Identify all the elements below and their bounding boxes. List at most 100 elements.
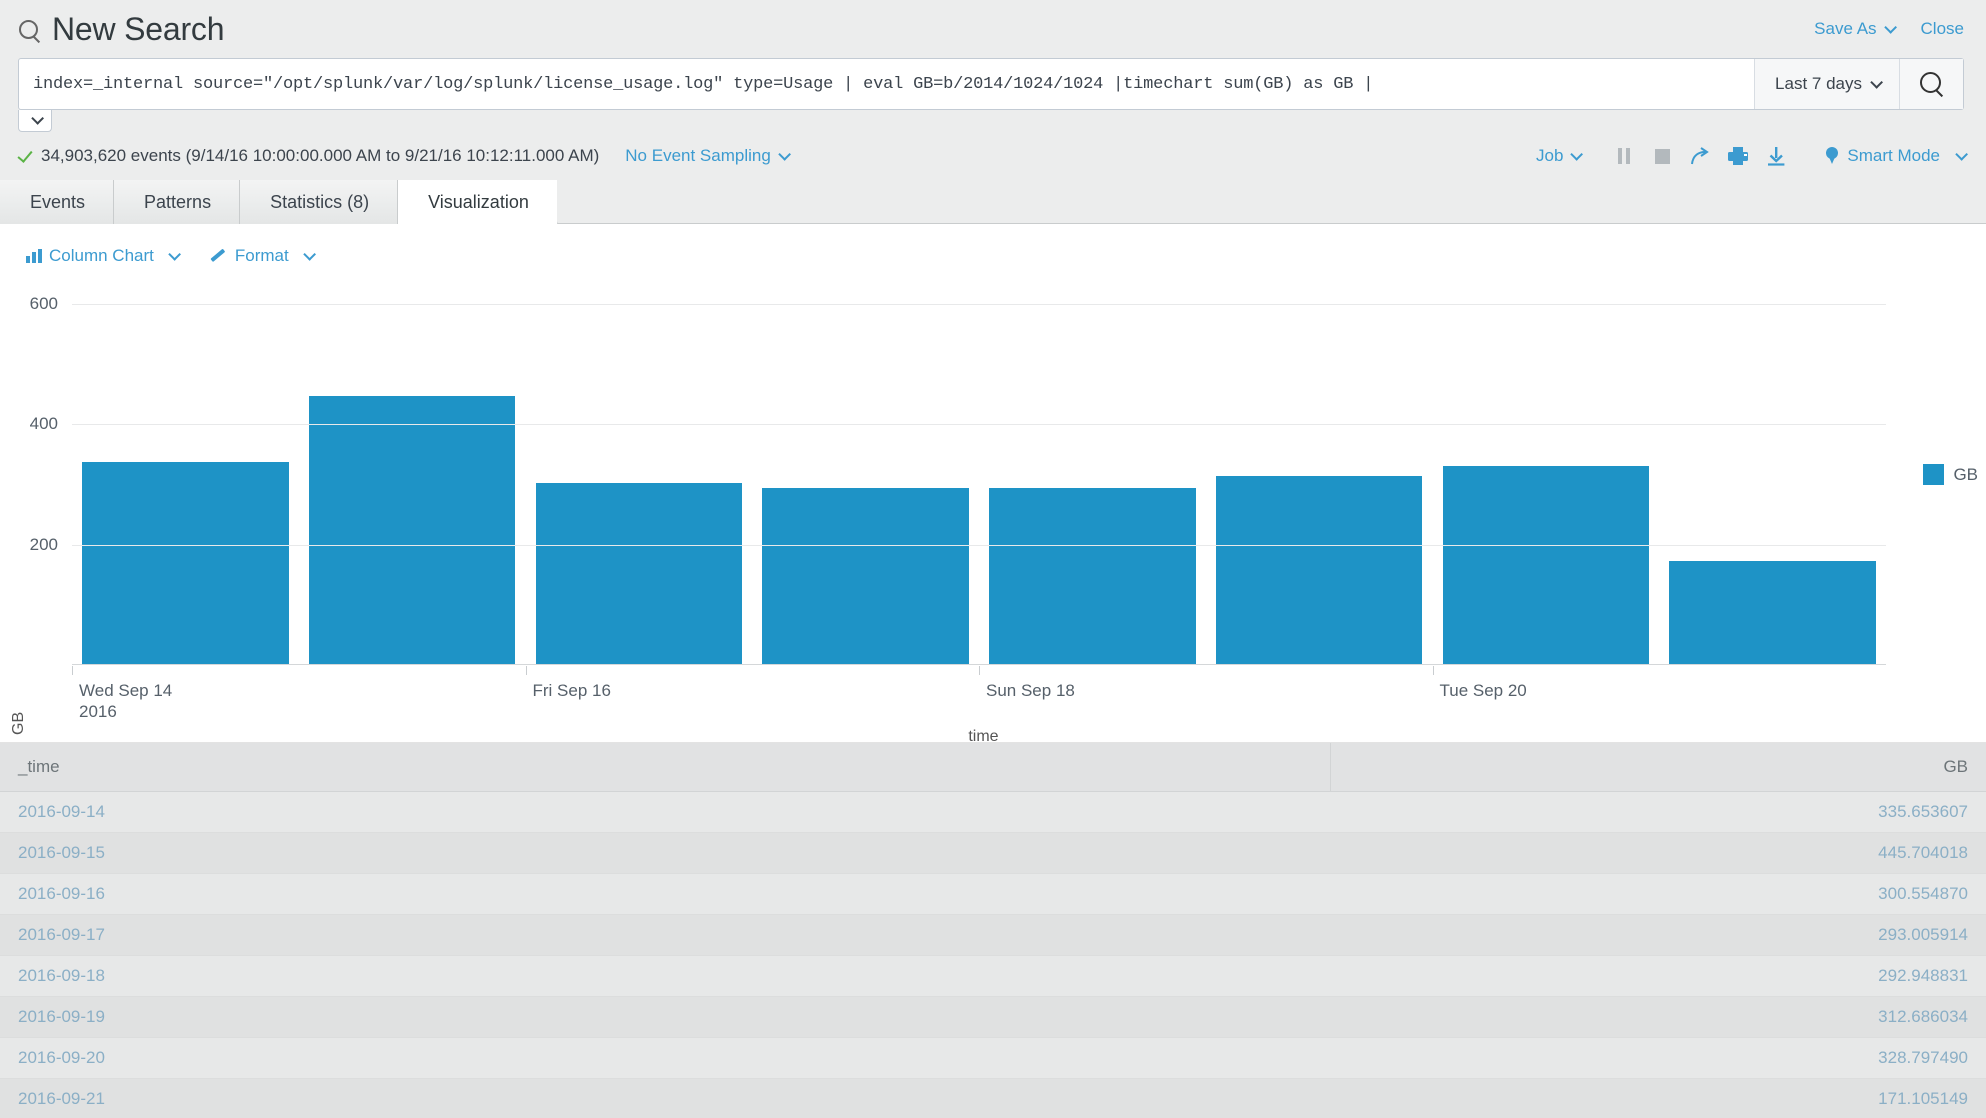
cell-gb[interactable]: 445.704018 [1330,832,1986,874]
chevron-down-icon [778,148,791,161]
search-icon [1919,71,1945,97]
table-row: 2016-09-17 293.005914 [0,914,1986,956]
x-tick-mark [525,666,527,675]
splunk-search-app: New Search Save As Close Last 7 days 34,… [0,0,1986,1118]
cell-gb[interactable]: 171.105149 [1330,1078,1986,1118]
tab-events[interactable]: Events [0,180,115,224]
column-header-time[interactable]: _time [0,743,1332,792]
job-status-bar: 34,903,620 events (9/14/16 10:00:00.000 … [0,132,1986,180]
x-tick-label: Fri Sep 16 [532,681,611,700]
bar[interactable] [1215,475,1423,664]
search-bar: Last 7 days [18,58,1964,110]
cell-time[interactable]: 2016-09-19 [0,996,1331,1038]
tab-label: Events [30,191,86,212]
save-as-label: Save As [1814,19,1877,38]
cell-time[interactable]: 2016-09-16 [0,873,1331,915]
bar[interactable] [535,483,743,664]
tab-label: Statistics (8) [270,191,370,212]
check-icon [18,148,34,164]
column-chart-icon [26,249,42,263]
y-tick-label: 600 [29,294,58,314]
bar[interactable] [1442,466,1650,664]
legend-swatch [1923,464,1945,485]
legend-label: GB [1953,464,1978,484]
gridline [72,544,1886,546]
chart-type-selector[interactable]: Column Chart [26,246,181,266]
search-mode-button[interactable]: Smart Mode [1825,146,1968,166]
bar-slot [72,280,299,664]
search-icon [18,19,42,43]
app-header: New Search Save As Close [0,0,1986,58]
search-input[interactable] [19,59,1755,109]
share-button[interactable] [1681,141,1719,171]
bar[interactable] [82,462,289,664]
bar-series [72,280,1886,664]
gridline [72,304,1886,306]
chevron-down-icon [302,247,316,261]
cell-time[interactable]: 2016-09-21 [0,1078,1331,1118]
cell-gb[interactable]: 293.005914 [1330,914,1986,956]
format-button[interactable]: Format [213,246,316,266]
cell-time[interactable]: 2016-09-20 [0,1037,1331,1079]
bar-slot [752,280,979,664]
bar[interactable] [1669,561,1876,664]
export-button[interactable] [1757,141,1795,171]
time-range-picker[interactable]: Last 7 days [1754,59,1899,109]
chevron-down-icon [1955,147,1968,161]
cell-gb[interactable]: 300.554870 [1330,873,1986,915]
search-submit-button[interactable] [1899,59,1963,109]
tab-visualization[interactable]: Visualization [398,180,557,224]
pause-icon [1618,148,1631,164]
cell-gb[interactable]: 312.686034 [1330,996,1986,1038]
cell-gb[interactable]: 328.797490 [1330,1037,1986,1079]
visualization-toolbar: Column Chart Format [0,224,1986,266]
bar[interactable] [308,395,516,664]
table-row: 2016-09-21 171.105149 [0,1078,1986,1118]
tab-label: Visualization [428,191,529,212]
column-chart: GB 200 400 600 Wed Sep 14 2016 Fri Sep 16 Sun… [0,280,1986,745]
chart-legend[interactable]: GB [1923,464,1978,485]
visualization-panel: Column Chart Format GB 200 400 600 Wed Sep… [0,224,1986,796]
table-row: 2016-09-18 292.948831 [0,955,1986,997]
save-as-button[interactable]: Save As [1814,19,1897,39]
cell-time[interactable]: 2016-09-17 [0,914,1331,956]
close-button[interactable]: Close [1921,19,1964,39]
cell-time[interactable]: 2016-09-15 [0,832,1331,874]
page-title-group: New Search [18,13,225,45]
table-row: 2016-09-15 445.704018 [0,832,1986,874]
format-label: Format [234,246,289,265]
bar[interactable] [762,487,969,664]
print-button[interactable] [1719,141,1757,171]
x-tick-label: Tue Sep 20 [1439,681,1527,700]
chevron-down-icon [30,112,44,125]
expand-search-handle[interactable] [18,110,52,132]
table-body: 2016-09-14 335.653607 2016-09-15 445.704018… [0,791,1986,1118]
results-table: _time GB 2016-09-14 335.653607 2016-09-15 4… [0,743,1986,1118]
cell-time[interactable]: 2016-09-14 [0,791,1331,833]
chevron-down-icon [168,247,181,261]
bar-slot [1206,280,1433,664]
search-bar-row: Last 7 days [0,58,1986,132]
event-sampling-button[interactable]: No Event Sampling [625,146,791,166]
job-menu-button[interactable]: Job [1535,146,1584,166]
stop-button[interactable] [1643,141,1681,171]
cell-gb[interactable]: 335.653607 [1330,791,1986,833]
x-tick-mark [72,666,73,675]
y-axis-title: GB [10,711,27,735]
table-row: 2016-09-14 335.653607 [0,791,1986,833]
cell-time[interactable]: 2016-09-18 [0,955,1331,997]
bar-slot [1659,280,1886,664]
pause-button[interactable] [1605,141,1643,171]
lightbulb-icon [1825,146,1839,166]
table-head: _time GB [0,743,1986,792]
bar-slot [979,280,1206,664]
y-tick-label: 200 [29,534,58,554]
job-label: Job [1535,146,1564,165]
x-tick-mark [1432,666,1434,675]
cell-gb[interactable]: 292.948831 [1330,955,1986,997]
event-count-label: 34,903,620 events (9/14/16 10:00:00.000 … [41,146,600,165]
column-header-gb[interactable]: GB [1330,743,1986,792]
bar[interactable] [989,487,1196,664]
tab-patterns[interactable]: Patterns [114,180,241,224]
tab-statistics[interactable]: Statistics (8) [240,180,399,224]
